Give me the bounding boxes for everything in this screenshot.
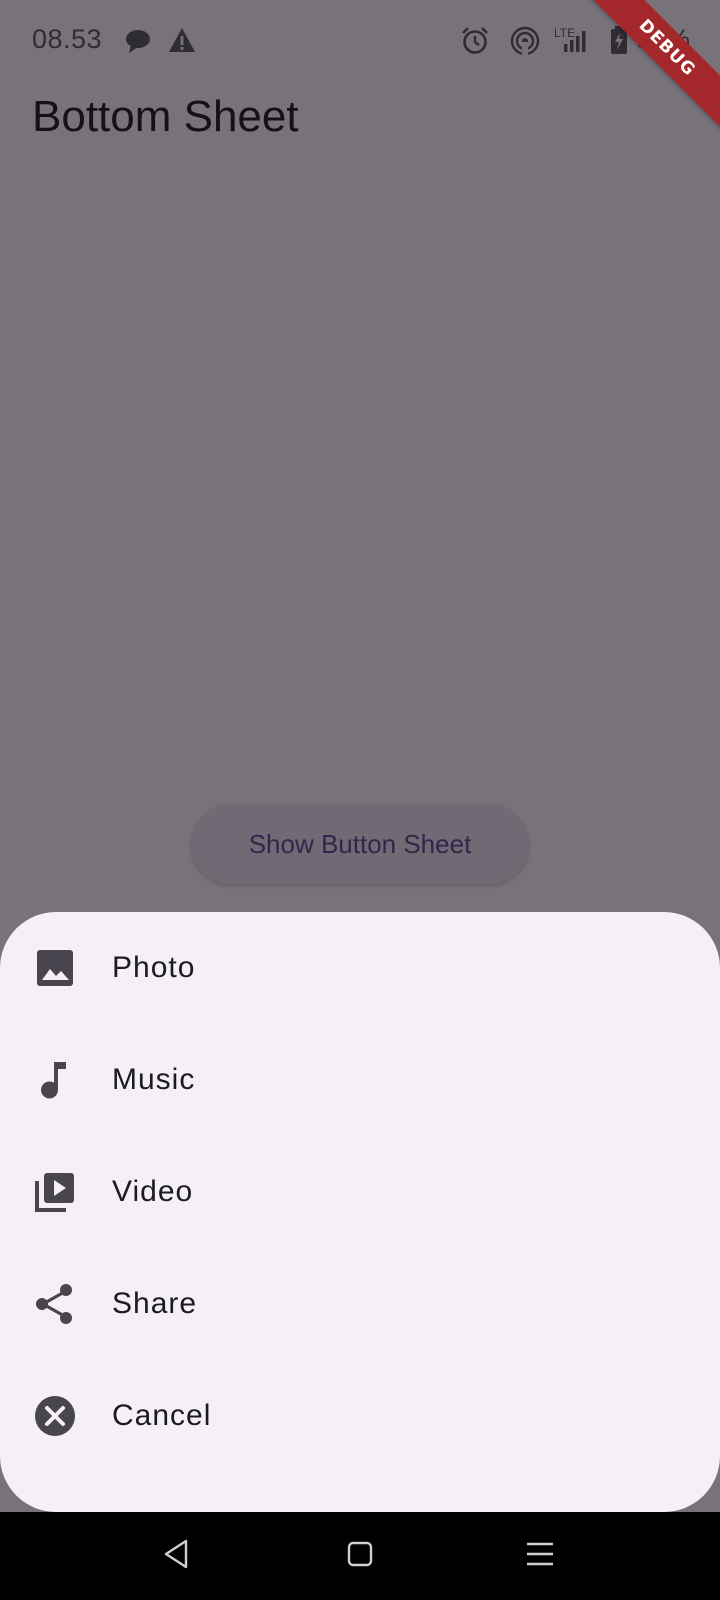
bottom-sheet: Photo Music Video Share Cancel — [0, 912, 720, 1512]
alarm-icon — [460, 26, 490, 61]
share-icon — [34, 1283, 76, 1325]
music-note-icon — [34, 1059, 76, 1101]
page-title: Bottom Sheet — [32, 92, 299, 141]
sheet-item-music[interactable]: Music — [0, 1024, 720, 1136]
sheet-item-label: Cancel — [112, 1399, 212, 1432]
cancel-icon — [34, 1395, 76, 1437]
system-nav-bar — [0, 1512, 720, 1600]
photo-icon — [34, 947, 76, 989]
menu-icon[interactable] — [524, 1538, 556, 1575]
sheet-item-cancel[interactable]: Cancel — [0, 1360, 720, 1472]
sheet-item-label: Video — [112, 1175, 194, 1208]
chat-bubble-icon — [125, 28, 153, 59]
warning-icon — [168, 27, 196, 58]
show-bottom-sheet-label: Show Button Sheet — [248, 828, 472, 859]
home-icon[interactable] — [344, 1538, 376, 1575]
back-icon[interactable] — [162, 1538, 194, 1575]
sheet-item-video[interactable]: Video — [0, 1136, 720, 1248]
sheet-item-label: Music — [112, 1063, 196, 1096]
show-bottom-sheet-button[interactable]: Show Button Sheet — [191, 804, 529, 884]
sheet-item-label: Photo — [112, 951, 196, 984]
status-time: 08.53 — [32, 24, 103, 54]
hotspot-icon — [510, 26, 540, 61]
sheet-item-share[interactable]: Share — [0, 1248, 720, 1360]
signal-icon — [562, 28, 592, 57]
sheet-item-label: Share — [112, 1287, 198, 1320]
video-library-icon — [34, 1171, 76, 1213]
sheet-item-photo[interactable]: Photo — [0, 912, 720, 1024]
